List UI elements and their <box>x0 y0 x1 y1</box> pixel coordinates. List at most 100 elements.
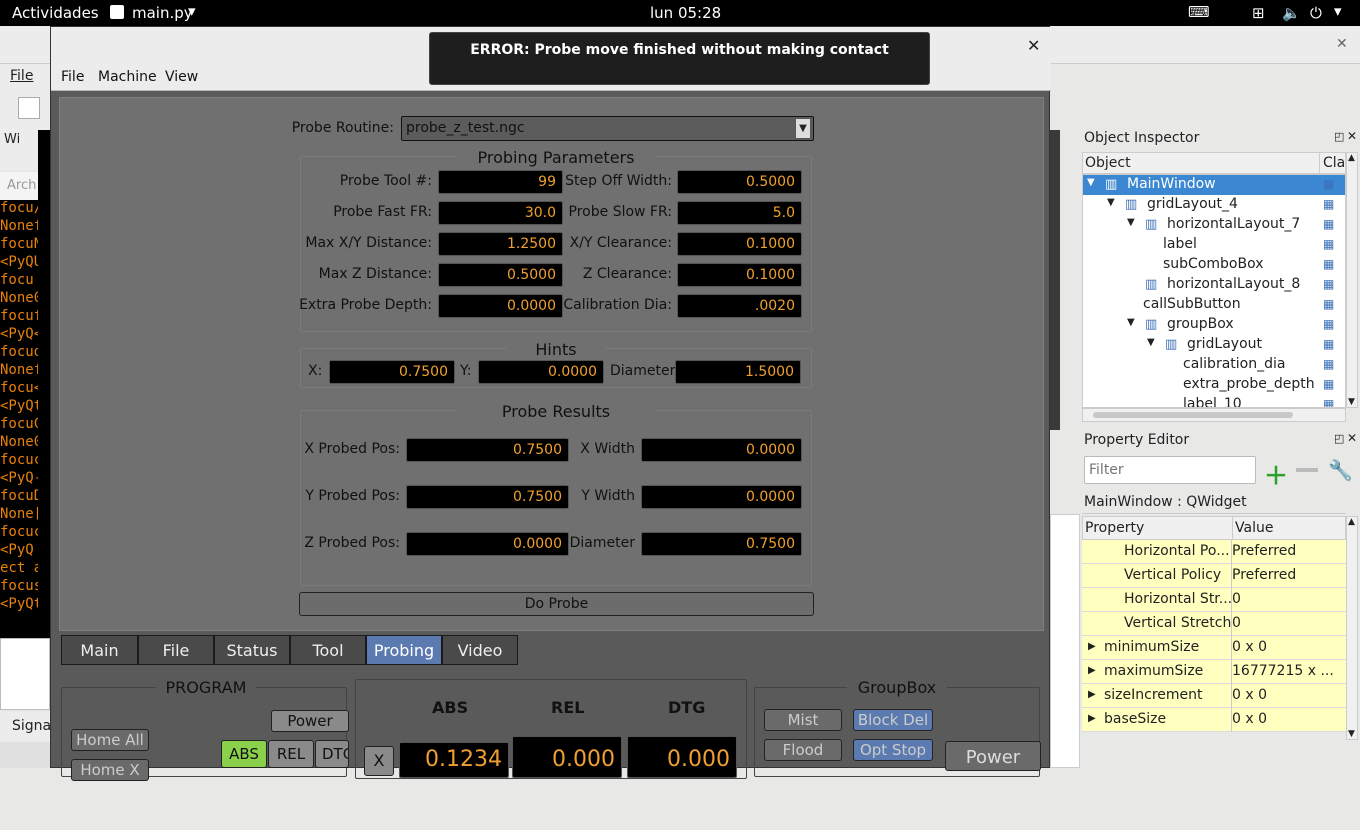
tree-item[interactable]: ▼ ▥ gridLayout_4 ▦ <box>1083 195 1345 215</box>
dro-axis-x-button[interactable]: X <box>364 746 394 776</box>
property-value[interactable]: 0 x 0 <box>1232 687 1267 703</box>
bg-menu-file[interactable]: File <box>10 68 33 84</box>
close-icon[interactable]: ✕ <box>1336 36 1348 52</box>
opt-stop-button[interactable]: Opt Stop <box>853 739 933 761</box>
home-x-button[interactable]: Home X <box>71 759 149 781</box>
tree-item[interactable]: ▼ ▥ gridLayout ▦ <box>1083 335 1345 355</box>
hint-y-field[interactable]: 0.0000 <box>478 360 604 384</box>
new-file-icon[interactable] <box>18 97 40 119</box>
tab-tool[interactable]: Tool <box>290 635 366 665</box>
tree-item[interactable]: callSubButton ▦ <box>1083 295 1345 315</box>
property-value[interactable]: 0 <box>1232 615 1241 631</box>
power-button-small[interactable]: Power <box>271 710 349 732</box>
network-icon[interactable]: ⊞ <box>1252 4 1265 22</box>
property-row[interactable]: ▶ sizeIncrement 0 x 0 <box>1082 684 1346 708</box>
expand-arrow-icon[interactable]: ▼ <box>1087 177 1095 188</box>
tree-hscrollbar[interactable] <box>1082 408 1346 422</box>
tree-item[interactable]: ▼ ▥ MainWindow ▦ <box>1083 175 1345 195</box>
activities-button[interactable]: Actividades <box>12 4 99 22</box>
expand-arrow-icon[interactable]: ▶ <box>1088 713 1096 724</box>
expand-arrow-icon[interactable]: ▶ <box>1088 689 1096 700</box>
menu-machine[interactable]: Machine <box>98 69 157 85</box>
float-icon[interactable]: ◰ <box>1334 130 1344 143</box>
tree-item[interactable]: ▼ ▥ horizontalLayout_7 ▦ <box>1083 215 1345 235</box>
close-icon[interactable]: ✕ <box>1347 129 1357 143</box>
app-menu[interactable]: main.py <box>132 4 193 22</box>
property-value[interactable]: 16777215 x ... <box>1232 663 1334 679</box>
property-filter-input[interactable] <box>1084 456 1256 484</box>
tree-item[interactable]: ▥ horizontalLayout_8 ▦ <box>1083 275 1345 295</box>
expand-arrow-icon[interactable]: ▶ <box>1088 665 1096 676</box>
expand-arrow-icon[interactable]: ▼ <box>1147 337 1155 348</box>
property-row[interactable]: ▶ maximumSize 16777215 x ... <box>1082 660 1346 684</box>
property-row[interactable]: Vertical Policy Preferred <box>1082 564 1346 588</box>
keyboard-icon[interactable]: ⌨ <box>1188 3 1210 21</box>
tab-file[interactable]: File <box>138 635 214 665</box>
abs-mode-button[interactable]: ABS <box>221 740 267 768</box>
property-row[interactable]: Horizontal Str... 0 <box>1082 588 1346 612</box>
tab-video[interactable]: Video <box>442 635 518 665</box>
chevron-down-icon[interactable]: ▾ <box>1334 2 1342 20</box>
tab-main[interactable]: Main <box>61 635 138 665</box>
tab-status[interactable]: Status <box>214 635 290 665</box>
add-property-icon[interactable]: ＋ <box>1264 456 1288 491</box>
hint-x-field[interactable]: 0.7500 <box>329 360 455 384</box>
wrench-icon[interactable]: 🔧 <box>1328 458 1353 482</box>
volume-icon[interactable]: 🔈 <box>1282 4 1301 22</box>
expand-arrow-icon[interactable]: ▼ <box>1127 317 1135 328</box>
rel-mode-button[interactable]: REL <box>268 740 314 768</box>
menu-view[interactable]: View <box>165 69 198 85</box>
close-icon[interactable]: ✕ <box>1027 36 1040 55</box>
clock[interactable]: lun 05:28 <box>650 4 721 22</box>
tree-item[interactable]: ▼ ▥ groupBox ▦ <box>1083 315 1345 335</box>
value-col-header[interactable]: Value <box>1235 520 1273 536</box>
home-all-button[interactable]: Home All <box>71 729 149 751</box>
property-value[interactable]: 0 x 0 <box>1232 711 1267 727</box>
property-table[interactable]: Horizontal Po... Preferred Vertical Poli… <box>1082 540 1346 738</box>
tree-item[interactable]: label ▦ <box>1083 235 1345 255</box>
close-icon[interactable]: ✕ <box>1347 431 1357 445</box>
bg-archive-field[interactable]: Arch <box>0 172 38 200</box>
property-value[interactable]: 0 <box>1232 591 1241 607</box>
error-notification[interactable]: ERROR: Probe move finished without makin… <box>429 32 930 85</box>
param-field[interactable]: 0.1000 <box>677 232 802 256</box>
probe-routine-combo[interactable]: probe_z_test.ngc ▼ <box>401 116 814 141</box>
property-value[interactable]: Preferred <box>1232 567 1296 583</box>
tree-item[interactable]: extra_probe_depth ▦ <box>1083 375 1345 395</box>
menu-file[interactable]: File <box>61 69 84 85</box>
property-value[interactable]: Preferred <box>1232 543 1296 559</box>
property-row[interactable]: ▶ minimumSize 0 x 0 <box>1082 636 1346 660</box>
tab-probing[interactable]: Probing <box>366 635 442 665</box>
property-value[interactable]: 0 x 0 <box>1232 639 1267 655</box>
property-vscrollbar[interactable]: ▲ ▼ <box>1346 516 1358 740</box>
property-col-header[interactable]: Property <box>1085 520 1144 536</box>
param-field[interactable]: 0.5000 <box>677 170 802 194</box>
tree-item[interactable]: calibration_dia ▦ <box>1083 355 1345 375</box>
mist-button[interactable]: Mist <box>764 709 842 731</box>
chevron-down-icon[interactable]: ▼ <box>795 118 811 139</box>
power-icon[interactable]: ⏻ <box>1310 4 1322 22</box>
expand-arrow-icon[interactable]: ▶ <box>1088 641 1096 652</box>
remove-property-icon[interactable] <box>1296 468 1318 472</box>
property-row[interactable]: ▶ baseSize 0 x 0 <box>1082 708 1346 732</box>
object-col-header[interactable]: Object <box>1085 155 1131 171</box>
param-field[interactable]: .0020 <box>677 294 802 318</box>
do-probe-button[interactable]: Do Probe <box>299 592 814 616</box>
float-icon[interactable]: ◰ <box>1334 432 1344 445</box>
dtg-mode-button[interactable]: DTG <box>315 740 349 768</box>
power-button-big[interactable]: Power <box>945 741 1041 771</box>
block-del-button[interactable]: Block Del <box>853 709 933 731</box>
param-field[interactable]: 5.0 <box>677 201 802 225</box>
property-row[interactable]: Vertical Stretch 0 <box>1082 612 1346 636</box>
flood-button[interactable]: Flood <box>764 739 842 761</box>
expand-arrow-icon[interactable]: ▼ <box>1107 197 1115 208</box>
hint-diameter-field[interactable]: 1.5000 <box>675 360 801 384</box>
tree-item[interactable]: subComboBox ▦ <box>1083 255 1345 275</box>
object-tree[interactable]: ▼ ▥ MainWindow ▦ ▼ ▥ gridLayout_4 ▦ ▼ ▥ horizontal… <box>1082 174 1346 408</box>
tree-item[interactable]: label_10 ▦ <box>1083 395 1345 407</box>
expand-arrow-icon[interactable]: ▼ <box>1127 217 1135 228</box>
property-row[interactable]: Horizontal Po... Preferred <box>1082 540 1346 564</box>
param-field[interactable]: 0.1000 <box>677 263 802 287</box>
tree-vscrollbar[interactable]: ▲ ▼ <box>1346 152 1358 408</box>
bg-signal-tab[interactable]: Signal <box>0 712 55 742</box>
